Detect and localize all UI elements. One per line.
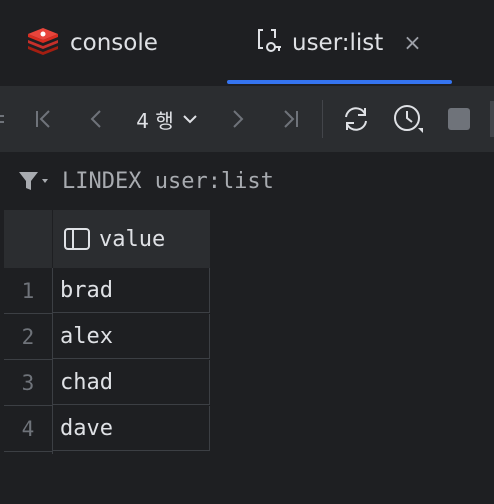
toolbar-edge <box>0 86 6 152</box>
rows-count-dropdown[interactable]: 4 행 <box>128 86 206 152</box>
query-text: LINDEX user:list <box>62 168 274 194</box>
previous-page-icon[interactable] <box>80 86 112 152</box>
last-page-icon[interactable] <box>274 86 306 152</box>
table-cell-value[interactable]: dave <box>53 406 210 451</box>
row-divider <box>4 451 52 452</box>
redis-logo-icon <box>26 26 60 60</box>
tab-console[interactable]: console <box>26 0 158 86</box>
first-page-icon[interactable] <box>28 86 60 152</box>
tab-console-label: console <box>70 30 158 56</box>
result-toolbar: 4 행 <box>0 86 494 152</box>
query-filter-bar: LINDEX user:list <box>0 152 494 210</box>
chevron-down-icon <box>182 110 198 129</box>
row-number: 2 <box>21 324 35 349</box>
table-row[interactable]: 2 alex <box>4 314 211 360</box>
tab-user-list[interactable]: user:list × <box>256 0 422 86</box>
editor-tab-bar: console user:list × <box>0 0 494 86</box>
close-icon[interactable]: × <box>403 31 421 56</box>
table-cell-value[interactable]: chad <box>53 360 210 405</box>
table-cell-value[interactable]: alex <box>53 314 210 359</box>
table-row[interactable]: 3 chad <box>4 360 211 406</box>
history-icon[interactable] <box>390 86 426 152</box>
refresh-icon[interactable] <box>338 86 374 152</box>
column-header-label: value <box>99 226 166 252</box>
table-cell-value[interactable]: brad <box>53 268 210 313</box>
filter-icon[interactable] <box>18 169 50 193</box>
stop-icon[interactable] <box>444 86 474 152</box>
table-row[interactable]: 1 brad <box>4 268 211 314</box>
next-page-icon[interactable] <box>222 86 254 152</box>
toolbar-separator <box>322 100 323 138</box>
tab-user-list-label: user:list <box>292 30 384 56</box>
toolbar-overflow-edge <box>488 86 494 152</box>
list-key-icon <box>256 26 282 60</box>
table-row[interactable]: 4 dave <box>4 406 211 452</box>
row-number: 4 <box>21 416 35 441</box>
rows-count-label: 4 행 <box>136 108 174 133</box>
row-number: 1 <box>21 278 35 303</box>
row-number: 3 <box>21 370 35 395</box>
column-icon <box>63 227 91 251</box>
active-tab-indicator <box>227 80 452 84</box>
grid-corner[interactable] <box>4 210 52 268</box>
column-header-value[interactable]: value <box>53 210 210 268</box>
